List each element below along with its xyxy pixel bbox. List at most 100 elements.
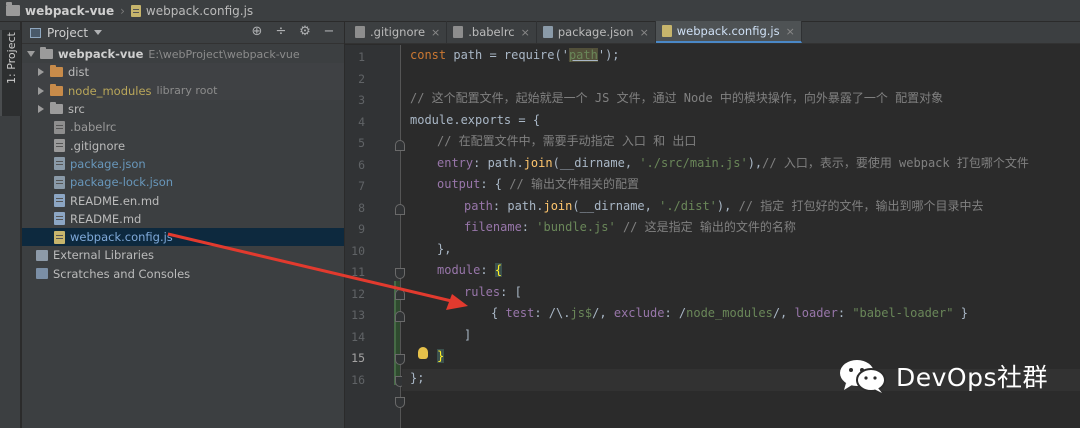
tab-label: .gitignore — [370, 25, 426, 39]
tree-item-label: External Libraries — [53, 248, 155, 263]
tab-babelrc[interactable]: .babelrc × — [447, 21, 537, 43]
tree-item-webpack-config[interactable]: webpack.config.js — [22, 227, 344, 247]
markdown-file-icon — [54, 194, 65, 208]
close-icon[interactable]: × — [431, 26, 440, 39]
tree-item-label: README.en.md — [70, 193, 160, 208]
tree-item-babelrc[interactable]: .babelrc — [22, 118, 344, 136]
tree-item-library-root: library root — [156, 84, 218, 98]
js-file-icon — [54, 230, 65, 244]
tree-item-package-lock-json[interactable]: package-lock.json — [22, 173, 344, 191]
code-line-10: }, — [437, 241, 452, 256]
line-number: 10 — [351, 243, 365, 258]
chevron-down-icon[interactable] — [94, 30, 103, 35]
js-file-icon — [661, 25, 672, 37]
expand-arrow-icon[interactable] — [36, 86, 46, 96]
tree-item-package-json[interactable]: package.json — [22, 155, 344, 173]
tool-tab-project[interactable]: 1: Project — [0, 30, 21, 116]
project-view-icon — [30, 27, 41, 38]
tree-item-dist[interactable]: dist — [22, 63, 344, 82]
tree-item-label: src — [68, 102, 85, 117]
tab-package-json[interactable]: package.json × — [537, 21, 656, 43]
project-panel-tools: ⊕ ÷ ⚙ − — [250, 25, 336, 39]
lightbulb-icon[interactable] — [418, 347, 428, 359]
tree-item-node-modules[interactable]: node_modules library root — [22, 81, 344, 100]
tree-item-label: node_modules — [68, 83, 152, 98]
library-icon — [36, 249, 48, 261]
tree-item-label: .gitignore — [70, 138, 126, 153]
project-tree: webpack-vue E:\webProject\webpack-vue di… — [22, 44, 344, 283]
watermark-text: DevOps社群 — [896, 363, 1048, 392]
tree-item-label: package.json — [70, 156, 146, 171]
expand-arrow-icon[interactable] — [36, 104, 46, 114]
breadcrumb-file[interactable]: webpack.config.js — [146, 4, 253, 18]
line-number: 3 — [358, 93, 365, 107]
line-number: 2 — [358, 71, 365, 86]
target-icon[interactable]: ⊕ — [250, 25, 264, 39]
expand-arrow-icon[interactable] — [26, 49, 36, 59]
tab-webpack-config[interactable]: webpack.config.js × — [655, 21, 802, 43]
tree-item-src[interactable]: src — [22, 100, 344, 118]
tree-item-label: webpack-vue — [58, 47, 144, 62]
line-number: 6 — [358, 157, 365, 172]
collapse-icon[interactable]: ÷ — [274, 25, 288, 39]
json-file-icon — [54, 157, 65, 171]
scratches-icon — [36, 268, 48, 280]
line-number: 9 — [358, 222, 365, 236]
code-line-7: output: { // 输出文件相关的配置 — [437, 177, 639, 191]
json-file-icon — [542, 26, 553, 38]
editor-gutter[interactable]: 1 2 3 4 5 6 7 8 9 10 11 12 13 14 15 16 — [345, 45, 405, 428]
close-icon[interactable]: × — [786, 25, 795, 38]
json-file-icon — [54, 175, 65, 189]
line-number: 15 — [351, 351, 365, 365]
code-line-5: // 在配置文件中，需要手动指定 入口 和 出口 — [437, 134, 697, 148]
line-number: 11 — [351, 265, 365, 279]
tree-item-label: package-lock.json — [70, 175, 174, 190]
tree-item-label: README.md — [70, 211, 142, 226]
project-panel: Project ⊕ ÷ ⚙ − webpack-vue E:\webProjec… — [22, 22, 344, 428]
editor-tabs: .gitignore × .babelrc × package.json × w… — [345, 21, 1080, 44]
gear-icon[interactable]: ⚙ — [298, 25, 312, 39]
line-number: 12 — [351, 286, 365, 301]
config-file-icon — [453, 26, 464, 38]
expand-arrow-icon[interactable] — [36, 67, 46, 77]
js-file-icon — [130, 4, 141, 17]
tree-item-readme-en[interactable]: README.en.md — [22, 191, 344, 209]
tab-label: webpack.config.js — [676, 24, 780, 38]
code-line-8: path: path.join(__dirname, './dist'), //… — [464, 198, 984, 213]
line-number: 7 — [358, 179, 365, 193]
line-number: 4 — [358, 114, 365, 129]
tree-item-root[interactable]: webpack-vue E:\webProject\webpack-vue — [22, 45, 344, 63]
folder-icon — [50, 65, 63, 78]
tree-item-scratches[interactable]: Scratches and Consoles — [22, 265, 344, 283]
code-line-14: ] — [464, 327, 472, 342]
line-number: 5 — [358, 136, 365, 150]
close-icon[interactable]: × — [521, 26, 530, 39]
folder-icon — [40, 47, 53, 60]
navigation-bar: webpack-vue › webpack.config.js — [0, 0, 1080, 22]
watermark: DevOps社群 — [838, 356, 1048, 396]
breadcrumb-project[interactable]: webpack-vue — [25, 4, 114, 18]
tree-item-readme[interactable]: README.md — [22, 210, 344, 228]
close-icon[interactable]: × — [640, 26, 649, 39]
code-line-13: { test: /\.js$/, exclude: /node_modules/… — [491, 306, 968, 320]
code-line-12: rules: [ — [464, 284, 522, 299]
project-panel-header: Project ⊕ ÷ ⚙ − — [22, 22, 344, 44]
text-file-icon — [54, 139, 65, 153]
code-line-3: // 这个配置文件，起始就是一个 JS 文件，通过 Node 中的模块操作，向外… — [410, 91, 944, 105]
code-line-4: module.exports = { — [410, 112, 541, 127]
text-file-icon — [355, 26, 365, 38]
tree-item-external-libraries[interactable]: External Libraries — [22, 246, 344, 264]
hide-icon[interactable]: − — [322, 25, 336, 39]
code-line-6: entry: path.join(__dirname, './src/main.… — [437, 155, 1029, 170]
tab-gitignore[interactable]: .gitignore × — [349, 21, 448, 43]
tree-item-gitignore[interactable]: .gitignore — [22, 136, 344, 154]
left-tool-strip: 1: Project — [0, 22, 21, 428]
line-number: 13 — [351, 308, 365, 322]
folder-icon — [50, 83, 63, 96]
tree-item-label: .babelrc — [70, 120, 117, 135]
wechat-logo-icon — [840, 360, 886, 393]
tab-label: package.json — [557, 25, 634, 39]
project-view-selector[interactable]: Project — [47, 26, 88, 40]
line-number: 14 — [351, 329, 365, 344]
tree-item-path: E:\webProject\webpack-vue — [148, 47, 300, 61]
